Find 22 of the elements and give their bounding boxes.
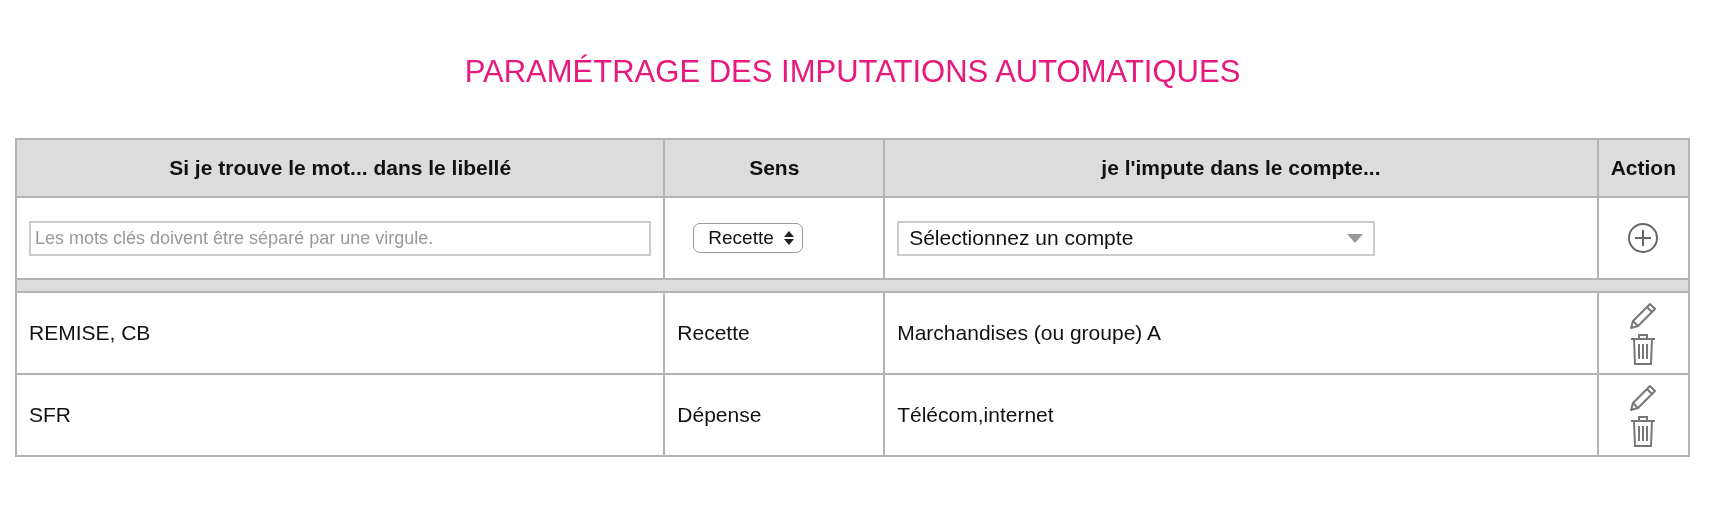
input-field[interactable]: Les mots clés doivent être séparé par une virgule.: [29, 220, 652, 256]
account-dropdown[interactable]: Sélectionnez un compte: [897, 220, 1376, 256]
table-cell: Marchandises (ou groupe) A: [884, 292, 1598, 374]
column-header: je l'impute dans le compte...: [884, 139, 1598, 197]
trash-icon: [1629, 332, 1658, 366]
table-cell: Dépense: [664, 374, 885, 456]
add-button[interactable]: [1627, 222, 1660, 254]
direction-select[interactable]: Recette: [693, 223, 803, 253]
updown-arrow-icon: [783, 231, 794, 245]
table-cell: SFR: [16, 374, 665, 456]
column-header: Si je trouve le mot... dans le libellé: [16, 139, 665, 197]
add-icon: [1627, 222, 1660, 254]
column-header: Sens: [664, 139, 885, 197]
delete-button[interactable]: [1629, 332, 1658, 366]
column-header: Action: [1597, 139, 1689, 197]
trash-icon: [1629, 414, 1658, 448]
table-cell: Télécom,internet: [884, 374, 1598, 456]
page-title: PARAMÉTRAGE DES IMPUTATIONS AUTOMATIQUES: [463, 54, 1242, 90]
delete-button[interactable]: [1629, 414, 1658, 448]
table-cell: Recette: [664, 292, 885, 374]
caret-icon: [1347, 233, 1364, 243]
table-cell: REMISE, CB: [16, 292, 665, 374]
